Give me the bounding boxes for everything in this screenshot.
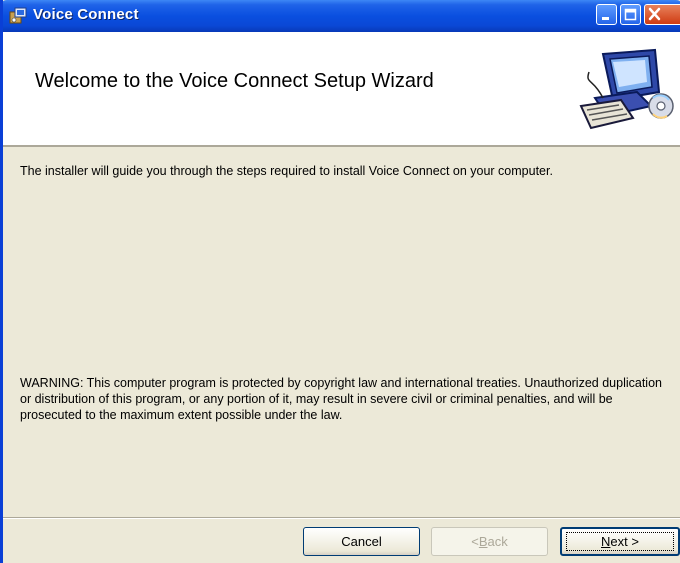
next-button-focus: Next > xyxy=(566,532,674,551)
close-button[interactable] xyxy=(644,4,680,25)
next-button[interactable]: Next > xyxy=(560,527,680,556)
minimize-icon xyxy=(602,17,609,20)
close-icon xyxy=(648,7,661,21)
window-title: Voice Connect xyxy=(33,6,139,23)
intro-text: The installer will guide you through the… xyxy=(20,164,553,178)
title-bar[interactable]: Voice Connect xyxy=(3,0,680,32)
setup-wizard-window: Voice Connect Welcome to the Voice Conne… xyxy=(0,0,680,563)
back-button-prefix: < xyxy=(471,534,479,549)
minimize-button[interactable] xyxy=(596,4,617,25)
footer-divider xyxy=(3,517,680,519)
computer-setup-icon xyxy=(579,48,674,130)
installer-icon xyxy=(9,7,27,24)
cancel-button[interactable]: Cancel xyxy=(303,527,420,556)
next-button-rest: ext > xyxy=(610,534,639,549)
next-button-accel: N xyxy=(601,534,611,549)
back-button-rest: ack xyxy=(487,534,508,549)
maximize-button[interactable] xyxy=(620,4,641,25)
page-title: Welcome to the Voice Connect Setup Wizar… xyxy=(35,70,434,92)
copyright-warning: WARNING: This computer program is protec… xyxy=(20,376,662,422)
back-button[interactable]: < Back xyxy=(431,527,548,556)
back-button-accel: B xyxy=(478,534,488,549)
maximize-icon xyxy=(624,8,637,21)
